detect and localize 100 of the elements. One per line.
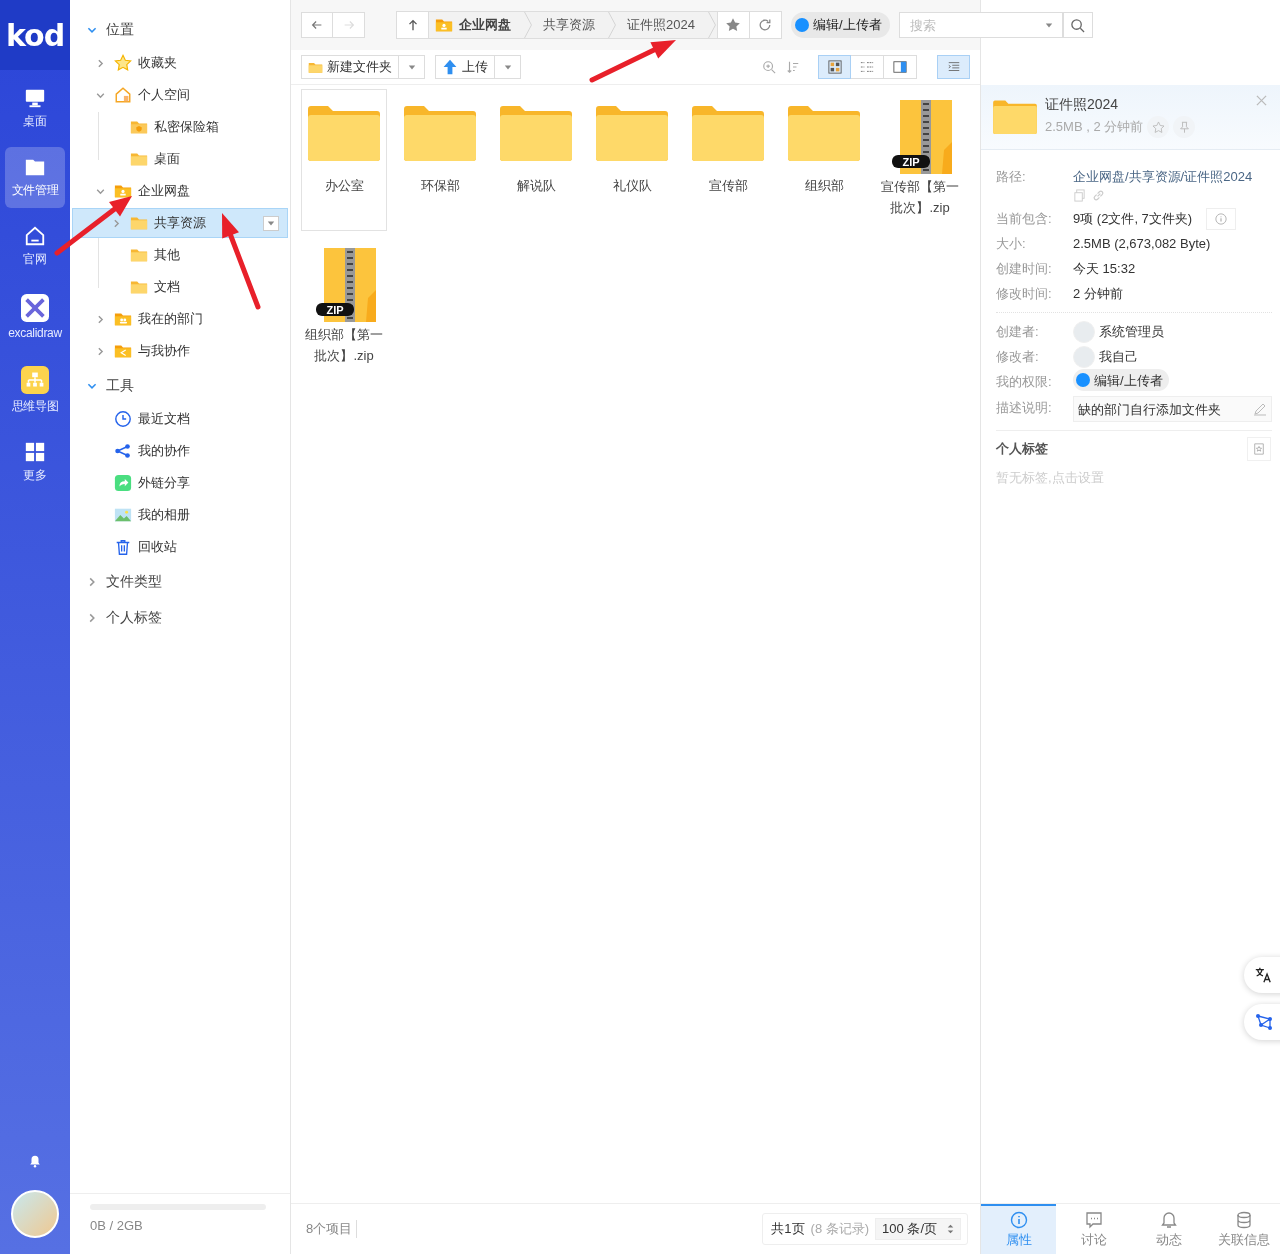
panel-tab[interactable]: 关联信息 <box>1206 1204 1280 1254</box>
section-header[interactable]: 个人标签 <box>70 600 170 636</box>
tree-item[interactable]: 外链分享 <box>72 468 199 498</box>
star-icon[interactable] <box>1151 120 1165 134</box>
caret-down-icon[interactable] <box>503 63 512 71</box>
upload-button[interactable]: 上传 <box>435 55 495 79</box>
page-size-select[interactable]: 100 条/页 <box>875 1218 961 1240</box>
close-icon[interactable] <box>1256 95 1267 106</box>
file-item[interactable]: 组织部 <box>781 89 867 231</box>
add-tag-button[interactable] <box>1247 437 1271 461</box>
monitor-icon <box>24 87 46 109</box>
search-button[interactable] <box>1062 12 1093 38</box>
chat-icon[interactable] <box>1084 1211 1103 1229</box>
pin-icon[interactable] <box>1177 120 1191 134</box>
section-header[interactable]: 工具 <box>70 368 142 404</box>
folder-icon <box>692 105 764 161</box>
file-item[interactable]: ZIP 宣传部【第一批次】.zip <box>877 89 963 231</box>
tree-item[interactable]: 私密保险箱 <box>72 112 228 142</box>
tree-item[interactable]: 个人空间 <box>72 80 199 110</box>
file-item[interactable]: 礼仪队 <box>589 89 675 231</box>
refresh-button[interactable] <box>748 12 781 38</box>
path-link[interactable]: 企业网盘/共享资源/证件照2024 <box>1073 169 1253 184</box>
field-value: 2.5MB (2,673,082 Byte) <box>1073 236 1211 251</box>
database-icon[interactable] <box>1234 1211 1253 1229</box>
rail-item[interactable]: 官网 <box>5 216 65 277</box>
section-header[interactable]: 位置 <box>70 12 142 48</box>
file-item[interactable]: 环保部 <box>397 89 483 231</box>
graph-icon[interactable] <box>1254 1012 1274 1032</box>
rail-item[interactable]: 更多 <box>5 432 65 493</box>
file-item[interactable]: 宣传部 <box>685 89 771 231</box>
avatar[interactable] <box>11 1190 59 1238</box>
mindmap-icon <box>21 366 49 394</box>
info-icon[interactable] <box>1009 1211 1028 1229</box>
field-label: 修改者: <box>996 348 1040 366</box>
pencil-icon[interactable] <box>1253 402 1267 416</box>
caret-down-icon[interactable] <box>267 219 275 227</box>
file-item[interactable]: ZIP 组织部【第一批次】.zip <box>301 237 387 379</box>
rail-item[interactable]: 桌面 <box>5 78 65 139</box>
up-button[interactable] <box>397 12 429 38</box>
view-mode-button[interactable] <box>884 55 917 79</box>
new-folder-button[interactable]: 新建文件夹 <box>301 55 399 79</box>
page-count: 共1页 <box>771 1220 805 1238</box>
list-view-icon[interactable] <box>860 60 874 74</box>
translate-icon[interactable] <box>1254 966 1272 984</box>
dropdown-button[interactable] <box>399 55 425 79</box>
rail-item[interactable]: 文件管理 <box>5 147 65 208</box>
tree-item[interactable]: 企业网盘 <box>72 176 199 206</box>
info-icon[interactable] <box>1215 212 1228 225</box>
view-mode-button[interactable] <box>818 55 851 79</box>
bookmark-icon[interactable] <box>1253 443 1265 455</box>
details-toggle-button[interactable] <box>937 55 970 79</box>
tree-item[interactable]: 回收站 <box>72 532 186 562</box>
bell-icon[interactable] <box>1159 1211 1178 1229</box>
panel-tab[interactable]: 讨论 <box>1056 1204 1131 1254</box>
file-item[interactable]: 解说队 <box>493 89 579 231</box>
favorite-button[interactable] <box>1147 116 1170 138</box>
tree-item[interactable]: 我的协作 <box>72 436 199 466</box>
trash-icon <box>114 538 132 556</box>
breadcrumb[interactable]: 共享资源 <box>533 12 617 38</box>
back-button[interactable] <box>301 12 333 38</box>
tree-item[interactable]: 共享资源 <box>72 208 288 238</box>
translate-button[interactable] <box>1244 957 1280 993</box>
record-count: (8 条记录) <box>810 1220 870 1238</box>
file-item[interactable]: 办公室 <box>301 89 387 231</box>
tree-item[interactable]: 最近文档 <box>72 404 199 434</box>
tree-item[interactable]: 收藏夹 <box>72 48 186 78</box>
breadcrumb[interactable]: 企业网盘 <box>429 12 533 38</box>
pin-button[interactable] <box>1173 116 1196 138</box>
star-icon[interactable] <box>725 17 742 33</box>
rail-item[interactable]: excalidraw <box>5 285 65 349</box>
sort-icon[interactable] <box>786 60 800 74</box>
tree-item[interactable]: 其他 <box>72 240 189 270</box>
tree-item[interactable]: 桌面 <box>72 144 189 174</box>
arrow-left-icon[interactable] <box>310 18 324 32</box>
graph-button[interactable] <box>1244 1004 1280 1040</box>
tree-item[interactable]: 我的相册 <box>72 500 199 530</box>
link-icon[interactable] <box>1092 189 1105 202</box>
clock-icon <box>114 410 132 428</box>
field-label: 当前包含: <box>996 210 1053 228</box>
tree-item[interactable]: 与我协作 <box>72 336 199 366</box>
caret-down-icon[interactable] <box>407 63 416 71</box>
star-button[interactable] <box>716 12 749 38</box>
sort-arrows-icon[interactable] <box>947 1224 954 1234</box>
field-value: 9项 (2文件, 7文件夹) <box>1073 210 1193 228</box>
tree-item[interactable]: 文档 <box>72 272 189 302</box>
dropdown-button[interactable] <box>263 215 279 231</box>
section-header[interactable]: 文件类型 <box>70 564 170 600</box>
rail-item[interactable]: 思维导图 <box>5 357 65 424</box>
grid-view-icon[interactable] <box>827 60 842 74</box>
dropdown-button[interactable] <box>495 55 521 79</box>
info-button[interactable] <box>1206 207 1237 230</box>
search-icon[interactable] <box>1070 17 1086 33</box>
folder-title: 证件照2024 <box>1045 96 1120 114</box>
panel-tab[interactable]: 动态 <box>1131 1204 1206 1254</box>
breadcrumb[interactable]: 证件照2024 <box>617 12 717 38</box>
details-list-icon[interactable] <box>946 60 961 74</box>
split-view-icon[interactable] <box>893 60 907 74</box>
bell-icon[interactable] <box>28 1154 42 1168</box>
tree-item[interactable]: 我在的部门 <box>72 304 212 334</box>
zoom-icon[interactable] <box>762 60 776 74</box>
